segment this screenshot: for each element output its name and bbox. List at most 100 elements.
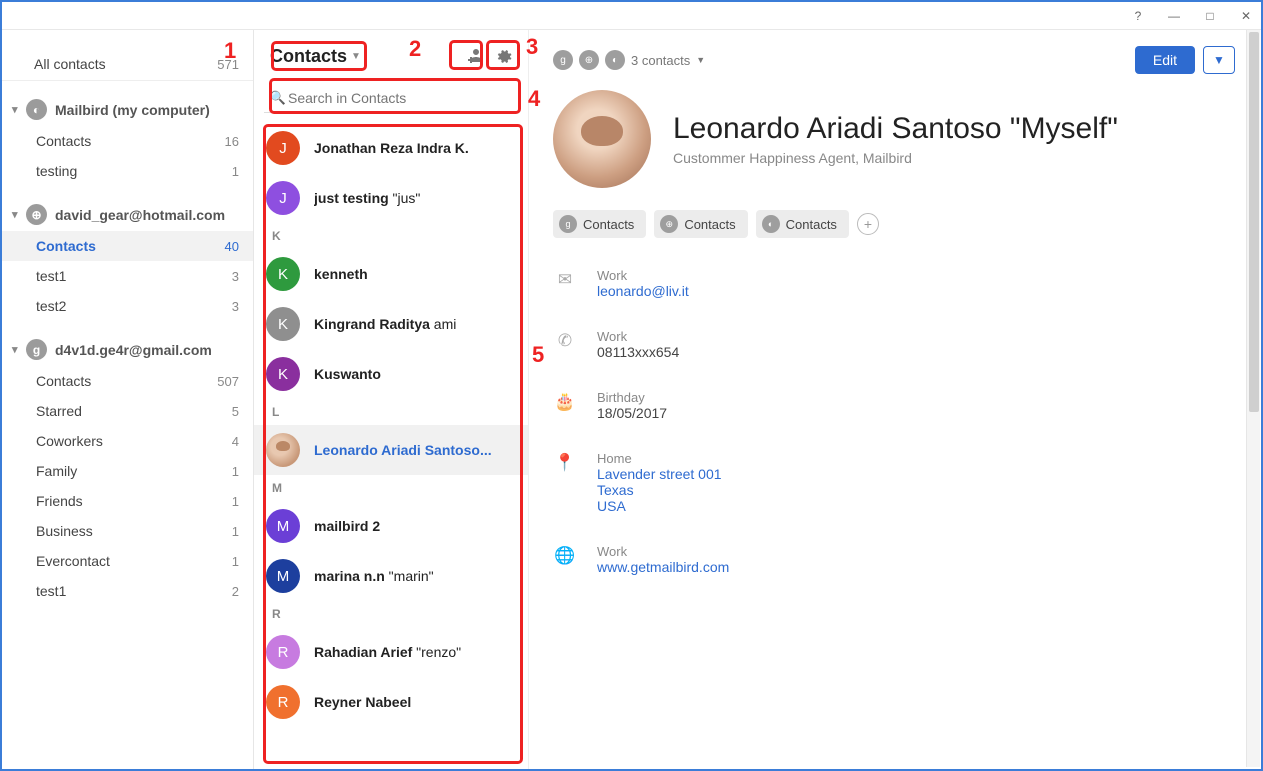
field-icon: ✉: [553, 268, 577, 299]
field-value[interactable]: Texas: [597, 482, 722, 498]
edit-button[interactable]: Edit: [1135, 46, 1195, 74]
sidebar-item[interactable]: test1 2: [2, 576, 253, 606]
minimize-button[interactable]: —: [1165, 9, 1183, 23]
sidebar-item-label: Business: [36, 523, 232, 539]
source-pill[interactable]: gContacts: [553, 210, 646, 238]
contact-name: Kingrand Raditya ami: [314, 316, 456, 332]
contact-name: Reyner Nabeel: [314, 694, 411, 710]
source-summary-text: 3 contacts: [631, 53, 690, 68]
avatar: J: [266, 131, 300, 165]
sidebar-item[interactable]: Starred 5: [2, 396, 253, 426]
sidebar-item[interactable]: test2 3: [2, 291, 253, 321]
detail-field: ✉ Workleonardo@liv.it: [553, 268, 1235, 299]
sidebar-item-label: test1: [36, 583, 232, 599]
sidebar-item-count: 5: [232, 404, 239, 419]
sidebar-item-count: 3: [232, 299, 239, 314]
sidebar-item-label: Contacts: [36, 238, 225, 254]
contact-detail: g ⊕ ◐ 3 contacts ▼ Edit ▼ Leonardo Ariad…: [529, 30, 1261, 769]
contact-row[interactable]: Leonardo Ariadi Santoso...: [254, 425, 528, 475]
source-summary[interactable]: g ⊕ ◐ 3 contacts ▼: [553, 50, 705, 70]
contact-row[interactable]: Mmarina n.n "marin": [254, 551, 528, 601]
sidebar-item[interactable]: Contacts 16: [2, 126, 253, 156]
titlebar: ? — □ ✕: [2, 2, 1261, 30]
edit-dropdown-button[interactable]: ▼: [1203, 46, 1235, 74]
sidebar-item-count: 3: [232, 269, 239, 284]
contact-name: mailbird 2: [314, 518, 380, 534]
close-button[interactable]: ✕: [1237, 9, 1255, 23]
contact-row[interactable]: Kkenneth: [254, 249, 528, 299]
scrollbar-thumb[interactable]: [1249, 32, 1259, 412]
sidebar-group-header[interactable]: ▾ g d4v1d.ge4r@gmail.com: [2, 333, 253, 366]
account-icon: ◐: [26, 99, 47, 120]
sidebar-item[interactable]: Friends 1: [2, 486, 253, 516]
contact-row[interactable]: KKingrand Raditya ami: [254, 299, 528, 349]
chevron-down-icon: ▼: [351, 51, 361, 62]
avatar: K: [266, 357, 300, 391]
source-pill[interactable]: ◐Contacts: [756, 210, 849, 238]
field-value[interactable]: leonardo@liv.it: [597, 283, 689, 299]
sidebar-item[interactable]: Evercontact 1: [2, 546, 253, 576]
search-box[interactable]: 🔍: [264, 84, 518, 113]
sidebar-item-count: 1: [232, 464, 239, 479]
sidebar-item-label: Evercontact: [36, 553, 232, 569]
sidebar-item-label: test2: [36, 298, 232, 314]
field-icon: ✆: [553, 329, 577, 360]
contact-row[interactable]: JJonathan Reza Indra K.: [254, 123, 528, 173]
avatar: M: [266, 559, 300, 593]
sidebar-item[interactable]: Coworkers 4: [2, 426, 253, 456]
search-input[interactable]: [288, 90, 514, 106]
account-icon: g: [26, 339, 47, 360]
help-button[interactable]: ?: [1129, 9, 1147, 23]
add-source-button[interactable]: +: [857, 213, 879, 235]
contact-row[interactable]: RReyner Nabeel: [254, 677, 528, 727]
source-icon: g: [559, 215, 577, 233]
contact-subtitle: Custommer Happiness Agent, Mailbird: [673, 150, 1118, 166]
sidebar-item-label: Friends: [36, 493, 232, 509]
contact-row[interactable]: Jjust testing "jus": [254, 173, 528, 223]
sidebar-item-count: 16: [225, 134, 239, 149]
field-value[interactable]: Lavender street 001: [597, 466, 722, 482]
mailbird-chip-icon: ◐: [605, 50, 625, 70]
field-value: 08113xxx654: [597, 344, 679, 360]
avatar: J: [266, 181, 300, 215]
sidebar-item-label: Contacts: [36, 133, 225, 149]
sidebar-item-count: 507: [217, 374, 239, 389]
sidebar-all-contacts[interactable]: All contacts 571: [2, 48, 253, 81]
contact-row[interactable]: KKuswanto: [254, 349, 528, 399]
field-value[interactable]: USA: [597, 498, 722, 514]
source-icon: ⊕: [660, 215, 678, 233]
sidebar-group-title: david_gear@hotmail.com: [55, 207, 225, 223]
add-contact-button[interactable]: [458, 42, 488, 70]
sidebar-item[interactable]: Contacts 507: [2, 366, 253, 396]
chevron-down-icon: ▾: [12, 208, 26, 221]
settings-button[interactable]: [488, 42, 518, 70]
contact-row[interactable]: RRahadian Arief "renzo": [254, 627, 528, 677]
sidebar-item[interactable]: Contacts 40: [2, 231, 253, 261]
field-value[interactable]: www.getmailbird.com: [597, 559, 729, 575]
sidebar-group-header[interactable]: ▾ ◐ Mailbird (my computer): [2, 93, 253, 126]
contact-name: Leonardo Ariadi Santoso "Myself": [673, 112, 1118, 146]
sidebar-group-title: d4v1d.ge4r@gmail.com: [55, 342, 212, 358]
sidebar-all-label: All contacts: [34, 56, 217, 72]
section-letter: K: [254, 223, 528, 249]
field-label: Work: [597, 268, 689, 283]
section-letter: R: [254, 601, 528, 627]
sidebar-item[interactable]: Family 1: [2, 456, 253, 486]
sidebar-item[interactable]: testing 1: [2, 156, 253, 186]
contact-list: JJonathan Reza Indra K.Jjust testing "ju…: [254, 123, 528, 769]
sidebar-group-header[interactable]: ▾ ⊕ david_gear@hotmail.com: [2, 198, 253, 231]
maximize-button[interactable]: □: [1201, 9, 1219, 23]
sidebar-item-count: 2: [232, 584, 239, 599]
sidebar-item[interactable]: test1 3: [2, 261, 253, 291]
contact-row[interactable]: Mmailbird 2: [254, 501, 528, 551]
sidebar-item[interactable]: Business 1: [2, 516, 253, 546]
detail-field: 🌐 Workwww.getmailbird.com: [553, 544, 1235, 575]
sidebar-item-count: 1: [232, 494, 239, 509]
source-pill[interactable]: ⊕ Contacts: [654, 210, 747, 238]
section-letter: M: [254, 475, 528, 501]
source-label: Contacts: [684, 217, 735, 232]
contacts-dropdown[interactable]: Contacts ▼: [264, 42, 367, 71]
google-chip-icon: g: [553, 50, 573, 70]
field-value: 18/05/2017: [597, 405, 667, 421]
section-letter: L: [254, 399, 528, 425]
